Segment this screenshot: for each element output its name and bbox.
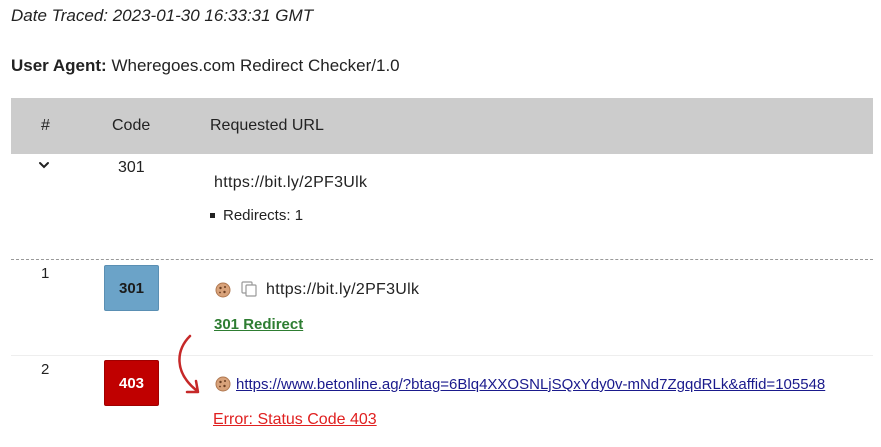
cookie-icon[interactable] bbox=[215, 376, 231, 392]
user-agent-value: Wheregoes.com Redirect Checker/1.0 bbox=[111, 56, 400, 75]
copy-icon[interactable] bbox=[240, 280, 258, 298]
dashed-divider bbox=[11, 259, 873, 260]
hop-number: 1 bbox=[41, 265, 50, 282]
column-header-number: # bbox=[41, 117, 50, 134]
column-header-code: Code bbox=[112, 117, 151, 134]
summary-status-code: 301 bbox=[118, 159, 145, 176]
redirects-count-label: Redirects: 1 bbox=[223, 207, 304, 224]
status-badge-403: 403 bbox=[104, 360, 159, 406]
summary-url: https://bit.ly/2PF3Ulk bbox=[214, 174, 368, 191]
curved-arrow-icon bbox=[170, 332, 210, 407]
user-agent-label: User Agent: bbox=[11, 56, 107, 75]
chevron-down-icon[interactable] bbox=[37, 158, 51, 177]
user-agent: User Agent: Wheregoes.com Redirect Check… bbox=[11, 56, 400, 76]
hop-url-link[interactable]: https://www.betonline.ag/?btag=6Blq4XXOS… bbox=[236, 376, 825, 393]
column-header-requested-url: Requested URL bbox=[210, 117, 324, 134]
hop-number: 2 bbox=[41, 361, 50, 378]
cookie-icon[interactable] bbox=[215, 282, 231, 298]
status-badge-301: 301 bbox=[104, 265, 159, 311]
table-header: # Code Requested URL bbox=[11, 98, 873, 154]
bullet-icon bbox=[210, 212, 215, 218]
redirect-status-link[interactable]: 301 Redirect bbox=[214, 316, 303, 333]
date-traced: Date Traced: 2023-01-30 16:33:31 GMT bbox=[11, 6, 314, 25]
hop-url: https://bit.ly/2PF3Ulk bbox=[266, 281, 420, 298]
error-status-link[interactable]: Error: Status Code 403 bbox=[213, 411, 377, 429]
row-divider bbox=[11, 355, 873, 356]
redirects-count: Redirects: 1 bbox=[210, 207, 303, 224]
